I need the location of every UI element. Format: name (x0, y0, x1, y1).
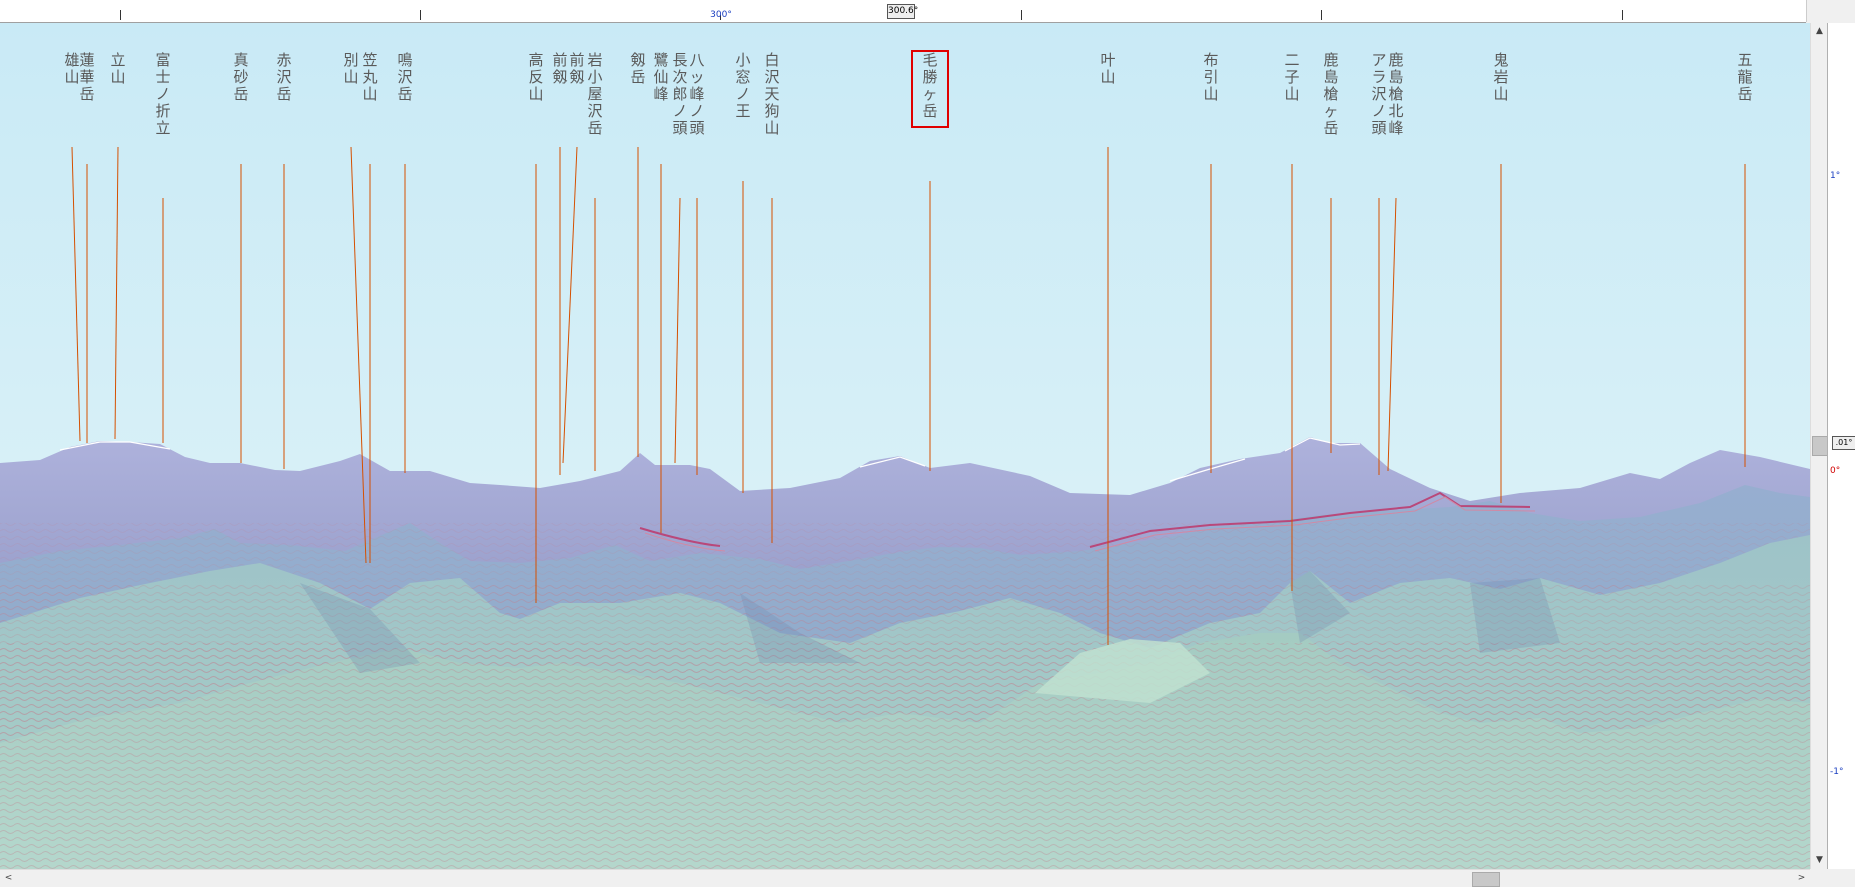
peak-label[interactable]: 鹿島槍北峰 (1388, 51, 1403, 137)
panorama-view[interactable]: 雄山 蓮華岳 立山 富士ノ折立 真砂岳 赤沢岳 別山 笠丸山 鳴沢岳 高反山 前剱 前剱 岩小屋沢岳 剱岳… (0, 23, 1810, 869)
elevation-lower-label: -1° (1830, 767, 1844, 777)
peak-label[interactable]: 白沢天狗山 (764, 51, 779, 137)
peak-label[interactable]: 高反山 (528, 51, 543, 103)
peak-label[interactable]: 真砂岳 (233, 51, 248, 103)
peak-label[interactable]: 二子山 (1284, 51, 1299, 103)
peak-label[interactable]: 五龍岳 (1737, 51, 1752, 103)
peak-label[interactable]: 小窓ノ王 (735, 51, 750, 120)
peak-label[interactable]: アラ沢ノ頭 (1371, 51, 1386, 137)
peak-label[interactable]: 鳴沢岳 (397, 51, 412, 103)
vertical-scrollbar[interactable]: ▲ ▼ (1810, 23, 1828, 869)
peak-label[interactable]: 八ッ峰ノ頭 (689, 51, 704, 137)
peak-label[interactable]: 鹿島槍ヶ岳 (1323, 51, 1338, 137)
elevation-upper-label: 1° (1830, 171, 1841, 181)
elevation-zero-label: 0° (1830, 466, 1841, 476)
peak-label[interactable]: 笠丸山 (362, 51, 377, 103)
elevation-ruler: 1° .01° 0° -1° (1827, 23, 1855, 869)
direction-ruler: 300° 300.6° (0, 0, 1806, 23)
ruler-corner (1806, 0, 1855, 22)
ruler-tick (120, 10, 121, 20)
peak-label[interactable]: 別山 (343, 51, 358, 86)
peak-label[interactable]: 赤沢岳 (276, 51, 291, 103)
peak-label[interactable]: 前剱 (569, 51, 584, 86)
vertical-scroll-thumb[interactable] (1812, 436, 1828, 456)
scroll-down-arrow-icon[interactable]: ▼ (1811, 852, 1828, 869)
peak-label[interactable]: 鬼岩山 (1493, 51, 1508, 103)
peak-label[interactable]: 前剱 (552, 51, 567, 86)
elevation-readout[interactable]: .01° (1832, 436, 1855, 450)
scroll-up-arrow-icon[interactable]: ▲ (1811, 23, 1828, 40)
peak-label[interactable]: 毛勝ヶ岳 (922, 51, 937, 120)
peak-label[interactable]: 立山 (110, 51, 125, 86)
peak-label[interactable]: 長次郎ノ頭 (672, 51, 687, 137)
peak-label[interactable]: 富士ノ折立 (155, 51, 170, 137)
peak-label[interactable]: 蓮華岳 (79, 51, 94, 103)
peak-label[interactable]: 剱岳 (630, 51, 645, 86)
horizontal-scroll-thumb[interactable] (1472, 872, 1500, 887)
ruler-tick (1321, 10, 1322, 20)
peak-label[interactable]: 布引山 (1203, 51, 1218, 103)
ruler-tick (1021, 10, 1022, 20)
scroll-right-arrow-icon[interactable]: > (1793, 870, 1810, 887)
ruler-degree-label: 300° (710, 10, 732, 20)
panorama-canvas[interactable]: 雄山蓮華岳立山富士ノ折立真砂岳赤沢岳別山笠丸山鳴沢岳高反山前剱前剱岩小屋沢岳剱岳… (0, 23, 1810, 869)
horizontal-scrollbar[interactable]: < > (0, 869, 1810, 887)
scroll-left-arrow-icon[interactable]: < (0, 870, 17, 887)
ruler-tick (1622, 10, 1623, 20)
peak-label[interactable]: 雄山 (64, 51, 79, 86)
direction-readout[interactable]: 300.6° (887, 4, 918, 19)
size-grip (1810, 869, 1855, 886)
peak-label[interactable]: 鷺仙峰 (653, 51, 668, 103)
ruler-tick (420, 10, 421, 20)
peak-label[interactable]: 岩小屋沢岳 (587, 51, 602, 137)
peak-label[interactable]: 叶山 (1100, 51, 1115, 86)
